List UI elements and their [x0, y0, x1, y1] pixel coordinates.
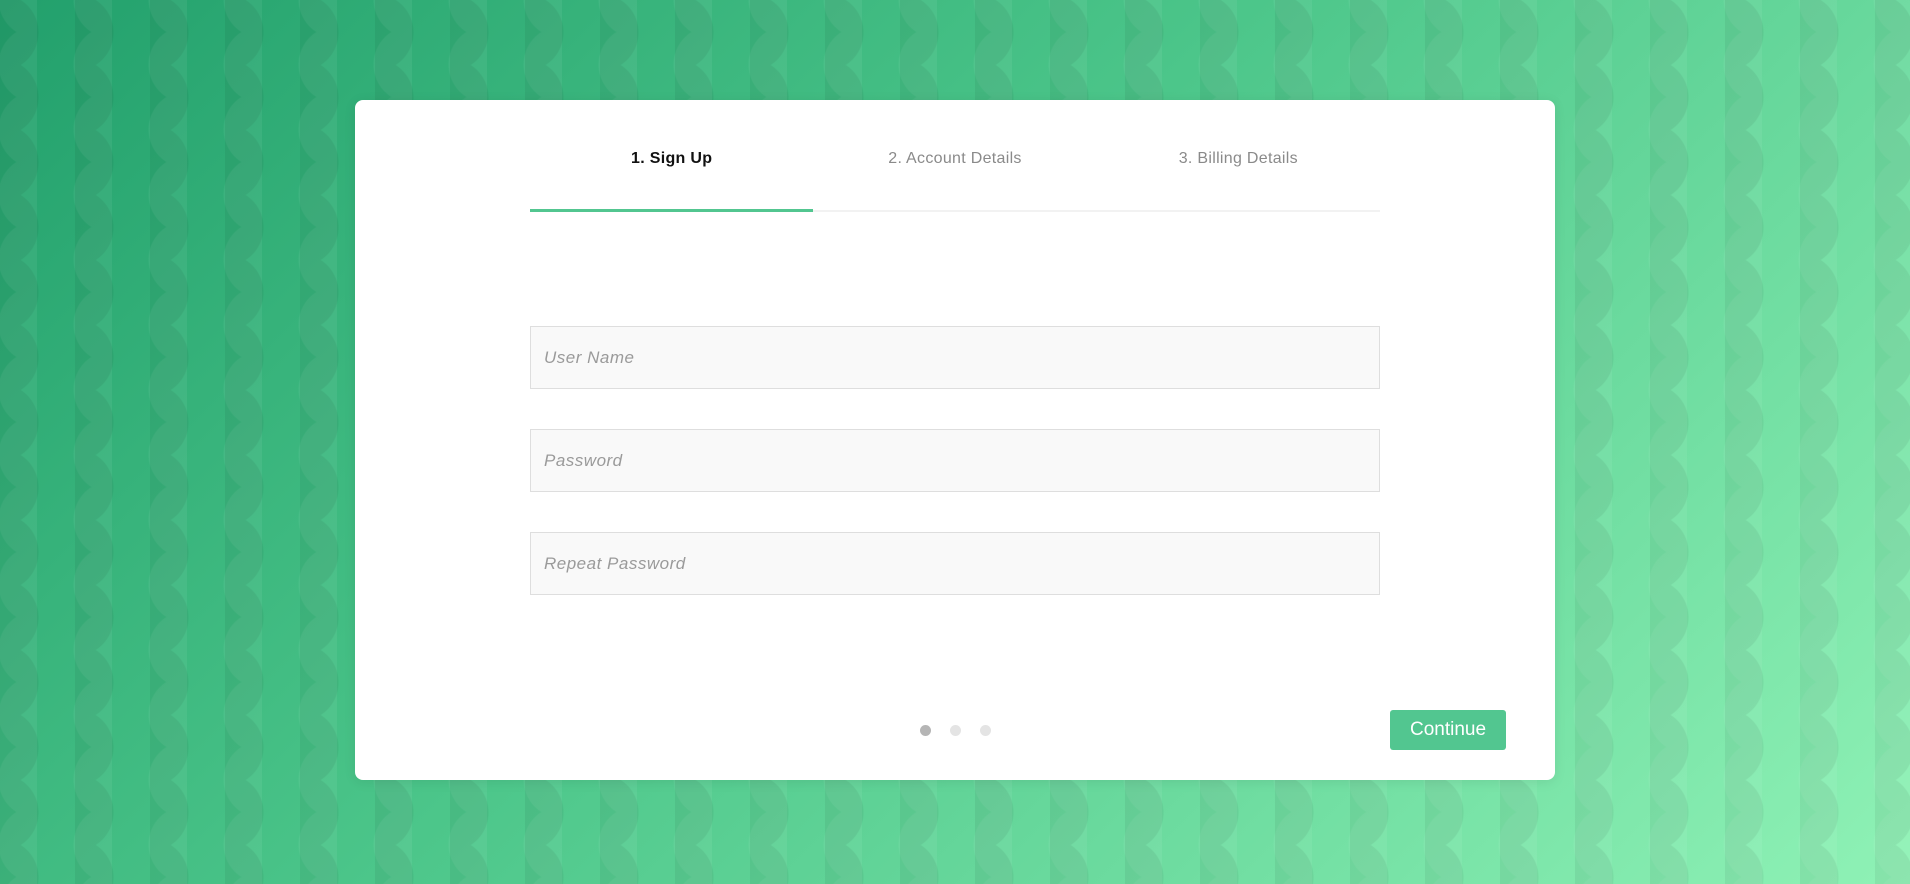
password-input[interactable] [530, 429, 1380, 492]
tab-billing-details[interactable]: 3. Billing Details [1097, 100, 1380, 210]
step-tabs: 1. Sign Up 2. Account Details 3. Billing… [530, 100, 1380, 212]
step-dot-2[interactable] [950, 725, 961, 736]
tab-sign-up[interactable]: 1. Sign Up [530, 100, 814, 212]
username-input[interactable] [530, 326, 1380, 389]
signup-card: 1. Sign Up 2. Account Details 3. Billing… [355, 100, 1555, 780]
step-indicator [920, 725, 991, 736]
continue-button[interactable]: Continue [1390, 710, 1506, 750]
step-dot-1[interactable] [920, 725, 931, 736]
tab-account-details[interactable]: 2. Account Details [813, 100, 1096, 210]
repeat-password-input[interactable] [530, 532, 1380, 595]
step-dot-3[interactable] [980, 725, 991, 736]
